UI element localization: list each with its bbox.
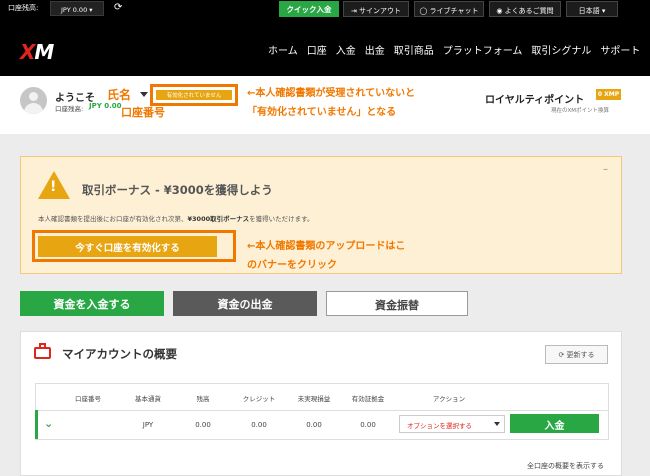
overview-title: マイアカウントの概要 [62, 347, 177, 361]
row-expand-chevron-icon[interactable]: ⌄ [44, 417, 53, 430]
nav-menu: ホーム 口座 入金 出金 取引商品 プラットフォーム 取引シグナル サポート [268, 42, 640, 57]
quick-deposit-button[interactable]: クイック入金 [279, 1, 339, 17]
cell-balance: 0.00 [195, 421, 211, 429]
nav-item-withdraw[interactable]: 出金 [365, 42, 385, 57]
withdraw-funds-button[interactable]: 資金の出金 [173, 291, 317, 316]
nav-item-deposit[interactable]: 入金 [336, 42, 356, 57]
profile-caret-icon[interactable] [140, 92, 148, 97]
cell-currency: JPY [142, 421, 154, 429]
col-action: アクション [432, 395, 466, 403]
faq-button[interactable]: ◉ よくあるご質問 [489, 1, 561, 17]
cell-equity: 0.00 [360, 421, 376, 429]
warning-mark: ! [50, 179, 57, 195]
nav-item-platforms[interactable]: プラットフォーム [443, 42, 523, 57]
language-select[interactable]: 日本語 ▾ [566, 1, 618, 17]
avatar [20, 87, 47, 114]
name-annotation: 氏名 [107, 88, 132, 102]
bonus-desc-pre: 本人確認書類を提出後にお口座が有効化され次第、 [38, 215, 188, 223]
transfer-funds-button[interactable]: 資金振替 [326, 291, 468, 316]
activate-account-button[interactable]: 今すぐ口座を有効化する [38, 236, 217, 257]
col-unrealized-pl: 未実現損益 [297, 395, 331, 403]
col-credit: クレジット [242, 395, 276, 403]
loyalty-subtitle: 現在のXMポイント換算 [551, 108, 610, 114]
avatar-body [24, 103, 43, 114]
col-equity: 有効証拠金 [351, 395, 385, 403]
xm-logo[interactable]: XM [20, 40, 54, 64]
account-number-annotation: 口座番号 [121, 106, 165, 119]
account-balance-value: JPY 0.00 [89, 102, 122, 110]
col-base-currency: 基本通貨 [135, 395, 161, 403]
avatar-head [29, 92, 38, 101]
option-chevron-down-icon [494, 422, 500, 426]
logo-x: X [20, 40, 35, 64]
nav-item-accounts[interactable]: 口座 [307, 42, 327, 57]
bonus-title: 取引ボーナス - ¥3000を獲得しよう [82, 183, 273, 197]
refresh-icon[interactable]: ⟳ [114, 2, 122, 13]
option-select[interactable]: オプションを選択する [399, 415, 505, 433]
account-balance-label: 口座残高: [55, 105, 84, 113]
bonus-description: 本人確認書類を提出後にお口座が有効化され次第、¥3000取引ボーナスを獲得いただ… [38, 213, 313, 223]
bonus-desc-post: を獲得いただけます。 [249, 215, 314, 223]
nav-item-home[interactable]: ホーム [268, 42, 298, 57]
cell-credit: 0.00 [251, 421, 267, 429]
live-chat-button[interactable]: ◯ ライブチャット [414, 1, 484, 17]
xmp-badge: 0 XMP [596, 89, 621, 100]
status-badge: 有効化されていません [156, 90, 232, 100]
briefcase-icon [34, 347, 51, 359]
cell-unrealized-pl: 0.00 [306, 421, 322, 429]
status-annotation: ←本人確認書類が受理されていないと「有効化されていません」となる [247, 88, 416, 118]
nav-item-support[interactable]: サポート [600, 42, 640, 57]
logo-m: M [34, 40, 54, 64]
show-all-accounts-link[interactable]: 全口座の概要を表示する [527, 461, 604, 471]
balance-currency-select[interactable]: JPY 0.00 ▾ [50, 1, 104, 16]
row-accent-bar [35, 410, 38, 439]
refresh-button[interactable]: ⟳ 更新する [545, 345, 608, 364]
col-account-number: 口座番号 [75, 395, 101, 403]
row-deposit-button[interactable]: 入金 [510, 414, 599, 433]
deposit-funds-button[interactable]: 資金を入金する [20, 291, 164, 316]
bonus-desc-bold: ¥3000取引ボーナス [187, 215, 250, 223]
nav-item-signals[interactable]: 取引シグナル [531, 42, 591, 57]
signout-button[interactable]: ⇥ サインアウト [343, 1, 409, 17]
col-balance: 残高 [196, 395, 210, 403]
top-balance-label: 口座残高: [8, 4, 39, 12]
loyalty-points-title[interactable]: ロイヤルティポイント [485, 91, 584, 106]
activate-annotation: ←本人確認書類のアップロードはこのバナーをクリック [247, 241, 406, 271]
nav-item-products[interactable]: 取引商品 [394, 42, 434, 57]
minimize-icon[interactable]: – [603, 164, 608, 175]
